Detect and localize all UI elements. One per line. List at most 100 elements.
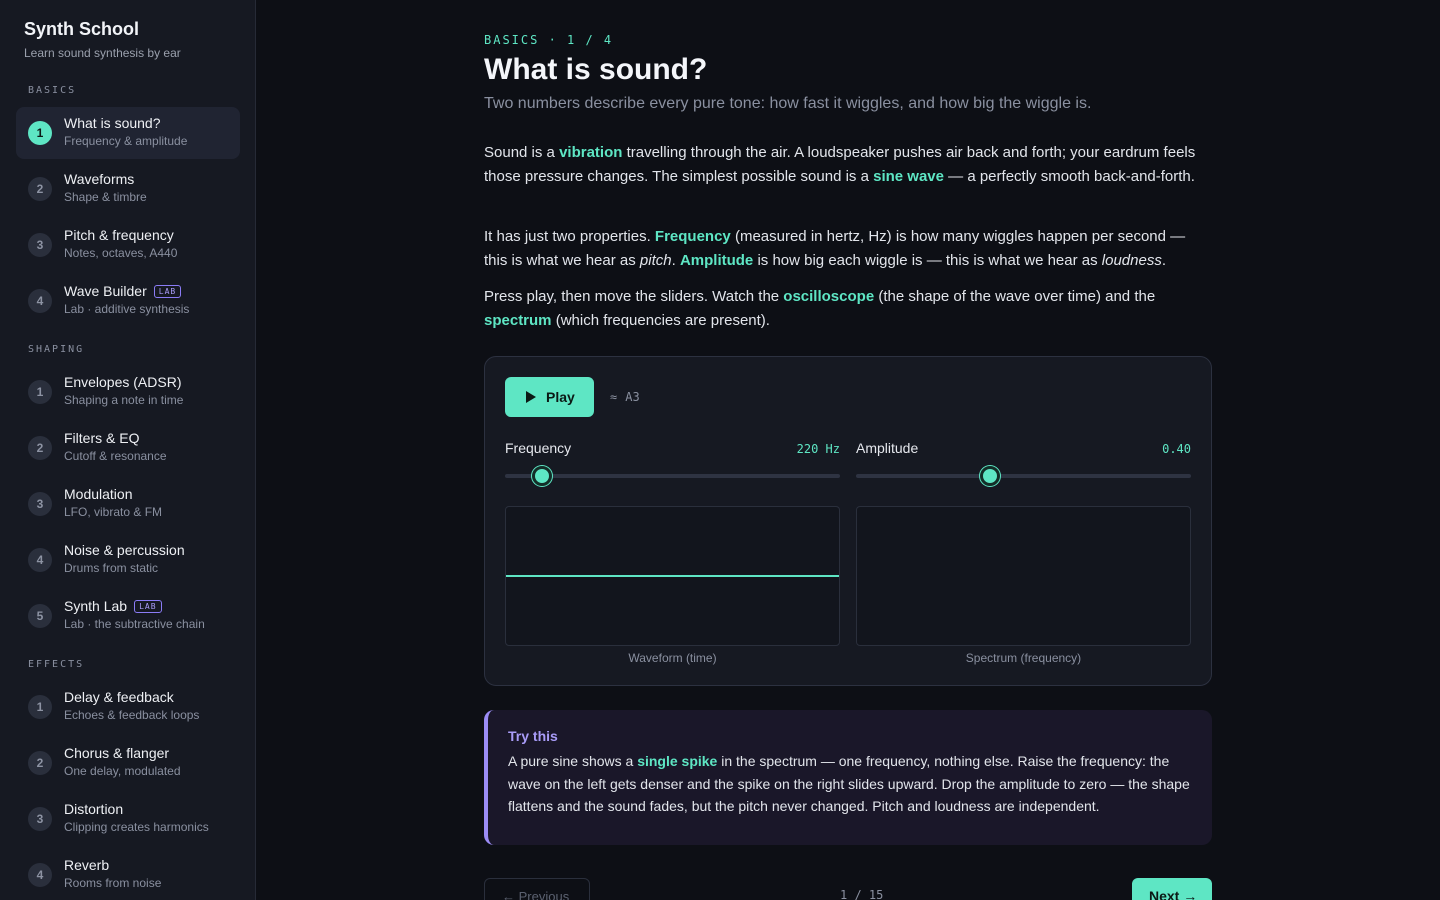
spectrum-display — [856, 506, 1191, 646]
sidebar: Synth School Learn sound synthesis by ea… — [0, 0, 256, 900]
sidebar-item-title: What is sound? — [64, 115, 161, 131]
sidebar-item-distortion[interactable]: 3 Distortion Clipping creates harmonics — [16, 793, 240, 845]
lesson-number: 4 — [28, 289, 52, 313]
amplitude-value: 0.40 — [1162, 442, 1191, 456]
section-label-shaping: SHAPING — [28, 344, 85, 355]
waveform-scope — [505, 506, 840, 646]
lesson-number: 2 — [28, 751, 52, 775]
term-spectrum: spectrum — [484, 312, 552, 329]
page-title: What is sound? — [484, 53, 708, 86]
lesson-number: 3 — [28, 807, 52, 831]
lesson-number: 3 — [28, 233, 52, 257]
play-button[interactable]: Play — [505, 377, 594, 417]
sidebar-item-title-row: Synth Lab LAB — [64, 598, 162, 614]
text: (which frequencies are present). — [551, 312, 770, 329]
sidebar-item-title: Pitch & frequency — [64, 227, 174, 243]
sidebar-item-noise-percussion[interactable]: 4 Noise & percussion Drums from static — [16, 534, 240, 586]
lesson-number: 1 — [28, 695, 52, 719]
term-amplitude: Amplitude — [679, 252, 754, 269]
term-frequency: Frequency — [654, 228, 731, 245]
callout-body: A pure sine shows a single spike in the … — [508, 750, 1198, 818]
section-label-effects: EFFECTS — [28, 659, 85, 670]
try-this-callout: Try this A pure sine shows a single spik… — [484, 710, 1212, 845]
frequency-slider-thumb[interactable] — [532, 466, 552, 486]
lab-badge: LAB — [153, 285, 182, 298]
sidebar-item-subtitle: Frequency & amplitude — [64, 134, 188, 148]
lesson-number: 1 — [28, 380, 52, 404]
sidebar-item-subtitle: Drums from static — [64, 561, 159, 575]
play-icon — [526, 391, 536, 403]
sidebar-item-title-row: Wave Builder LAB — [64, 283, 182, 299]
sidebar-item-chorus[interactable]: 2 Chorus & flanger One delay, modulated — [16, 737, 240, 789]
sidebar-item-subtitle: Notes, octaves, A440 — [64, 246, 178, 260]
sidebar-item-reverb[interactable]: 4 Reverb Rooms from noise — [16, 849, 240, 900]
lesson-number: 1 — [28, 121, 52, 145]
sidebar-item-synth-lab[interactable]: 5 Synth Lab LAB Lab · the subtractive cha… — [16, 590, 240, 642]
sidebar-item-title: Noise & percussion — [64, 542, 185, 558]
sidebar-item-title: Reverb — [64, 857, 110, 873]
sidebar-item-title: Envelopes (ADSR) — [64, 374, 182, 390]
text: . — [1161, 252, 1166, 269]
term-single-spike: single spike — [637, 753, 718, 769]
lesson-number: 2 — [28, 177, 52, 201]
approx-icon: ≈ — [610, 390, 618, 404]
app-subtitle: Learn sound synthesis by ear — [24, 46, 181, 60]
sidebar-item-title: Distortion — [64, 801, 124, 817]
lesson-number: 3 — [28, 492, 52, 516]
sidebar-item-what-is-sound[interactable]: 1 What is sound? Frequency & amplitude — [16, 107, 240, 159]
next-button-label: Next → — [1149, 888, 1198, 900]
next-button[interactable]: Next → — [1132, 878, 1212, 900]
note-name: A3 — [625, 390, 640, 404]
text: Press play, then move the sliders. Watch… — [484, 288, 784, 305]
sidebar-item-delay[interactable]: 1 Delay & feedback Echoes & feedback loo… — [16, 681, 240, 733]
sidebar-item-wave-builder[interactable]: 4 Wave Builder LAB Lab · additive synthes… — [16, 275, 240, 327]
amplitude-label: Amplitude — [856, 440, 919, 456]
waveform-caption: Waveform (time) — [628, 651, 717, 665]
page-subtitle: Two numbers describe every pure tone: ho… — [484, 95, 1092, 112]
waveform-trace — [506, 575, 839, 577]
sidebar-item-modulation[interactable]: 3 Modulation LFO, vibrato & FM — [16, 478, 240, 530]
sidebar-item-subtitle: Clipping creates harmonics — [64, 820, 209, 834]
term-pitch: pitch — [639, 252, 672, 269]
app-title: Synth School — [24, 19, 140, 39]
frequency-value: 220 Hz — [796, 442, 840, 456]
text: (the shape of the wave over time) and th… — [874, 288, 1156, 305]
lesson-number: 2 — [28, 436, 52, 460]
previous-button-label: ← Previous — [502, 889, 570, 900]
spectrum-caption: Spectrum (frequency) — [965, 651, 1082, 665]
play-button-label: Play — [546, 389, 575, 405]
lesson-paragraph-1: Sound is a vibration travelling through … — [484, 141, 1212, 189]
sidebar-item-pitch-frequency[interactable]: 3 Pitch & frequency Notes, octaves, A440 — [16, 219, 240, 271]
brand: Synth School Learn sound synthesis by ea… — [24, 19, 181, 60]
page-counter: 1 / 15 — [840, 888, 884, 900]
previous-button[interactable]: ← Previous — [484, 878, 590, 900]
lab-badge: LAB — [134, 600, 162, 613]
sidebar-item-title: Chorus & flanger — [64, 745, 170, 761]
text: A pure sine shows a — [508, 753, 638, 769]
term-sine-wave: sine wave — [873, 168, 944, 185]
text: . — [671, 252, 680, 269]
sound-lab-panel: Play ≈ A3 Frequency 220 Hz Amplitude 0.40… — [484, 356, 1212, 686]
sidebar-item-title: Filters & EQ — [64, 430, 140, 446]
frequency-label: Frequency — [505, 440, 572, 456]
sidebar-item-title: Modulation — [64, 486, 133, 502]
frequency-slider[interactable] — [505, 466, 840, 486]
sidebar-item-subtitle: Shape & timbre — [64, 190, 147, 204]
amplitude-slider[interactable] — [856, 466, 1191, 486]
sidebar-item-title: Waveforms — [64, 171, 135, 187]
term-loudness: loudness — [1101, 252, 1162, 269]
sidebar-item-envelopes[interactable]: 1 Envelopes (ADSR) Shaping a note in tim… — [16, 366, 240, 418]
sidebar-item-subtitle: Rooms from noise — [64, 876, 162, 890]
text: is how big each wiggle is — this is what… — [753, 252, 1102, 269]
lesson-paragraph-2: It has just two properties. Frequency (m… — [484, 225, 1212, 273]
sidebar-item-subtitle: Lab · the subtractive chain — [64, 617, 205, 631]
amplitude-slider-thumb[interactable] — [980, 466, 1000, 486]
lesson-paragraph-3: Press play, then move the sliders. Watch… — [484, 285, 1212, 333]
lesson-number: 4 — [28, 548, 52, 572]
term-vibration: vibration — [559, 144, 623, 161]
term-oscilloscope: oscilloscope — [783, 288, 875, 305]
section-label-basics: BASICS — [28, 85, 77, 96]
sidebar-item-filters[interactable]: 2 Filters & EQ Cutoff & resonance — [16, 422, 240, 474]
sidebar-item-waveforms[interactable]: 2 Waveforms Shape & timbre — [16, 163, 240, 215]
lesson-number: 5 — [28, 604, 52, 628]
